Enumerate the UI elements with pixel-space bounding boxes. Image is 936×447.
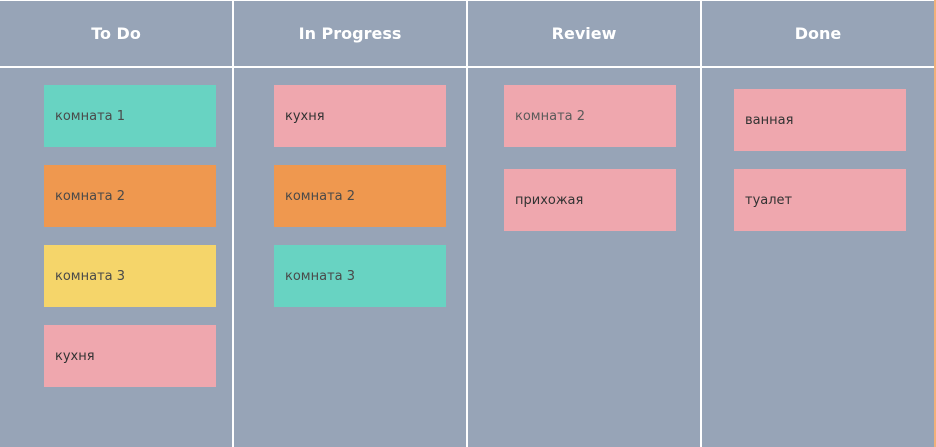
column-to-do: To Do комната 1 комната 2 комната 3 кухн… [0, 0, 232, 447]
task-card[interactable]: комната 2 [44, 165, 216, 227]
task-card-label: комната 1 [55, 108, 126, 124]
task-card-label: комната 2 [285, 188, 356, 204]
column-title: To Do [91, 24, 141, 43]
column-in-progress: In Progress кухня комната 2 комната 3 [234, 0, 466, 447]
task-card-label: кухня [55, 348, 95, 364]
task-card[interactable]: туалет [734, 169, 906, 231]
task-card[interactable]: комната 3 [44, 245, 216, 307]
task-card-label: туалет [745, 192, 793, 208]
task-card[interactable]: кухня [274, 85, 446, 147]
kanban-board: To Do комната 1 комната 2 комната 3 кухн… [0, 0, 936, 447]
task-card[interactable]: кухня [44, 325, 216, 387]
column-done: Done ванная туалет [702, 0, 934, 447]
task-card[interactable]: прихожая [504, 169, 676, 231]
task-card[interactable]: ванная [734, 89, 906, 151]
column-review: Review комната 2 прихожая [468, 0, 700, 447]
task-card-label: прихожая [515, 192, 584, 208]
task-card-label: комната 2 [55, 188, 126, 204]
task-card-label: комната 3 [55, 268, 126, 284]
column-title: Review [551, 24, 617, 43]
column-title: In Progress [298, 24, 402, 43]
task-card[interactable]: комната 2 [504, 85, 676, 147]
task-card-label: ванная [745, 112, 794, 128]
task-card[interactable]: комната 2 [274, 165, 446, 227]
task-card-label: комната 2 [515, 108, 586, 124]
task-card[interactable]: комната 3 [274, 245, 446, 307]
task-card-label: комната 3 [285, 268, 356, 284]
task-card[interactable]: комната 1 [44, 85, 216, 147]
task-card-label: кухня [285, 108, 325, 124]
column-title: Done [794, 24, 842, 43]
